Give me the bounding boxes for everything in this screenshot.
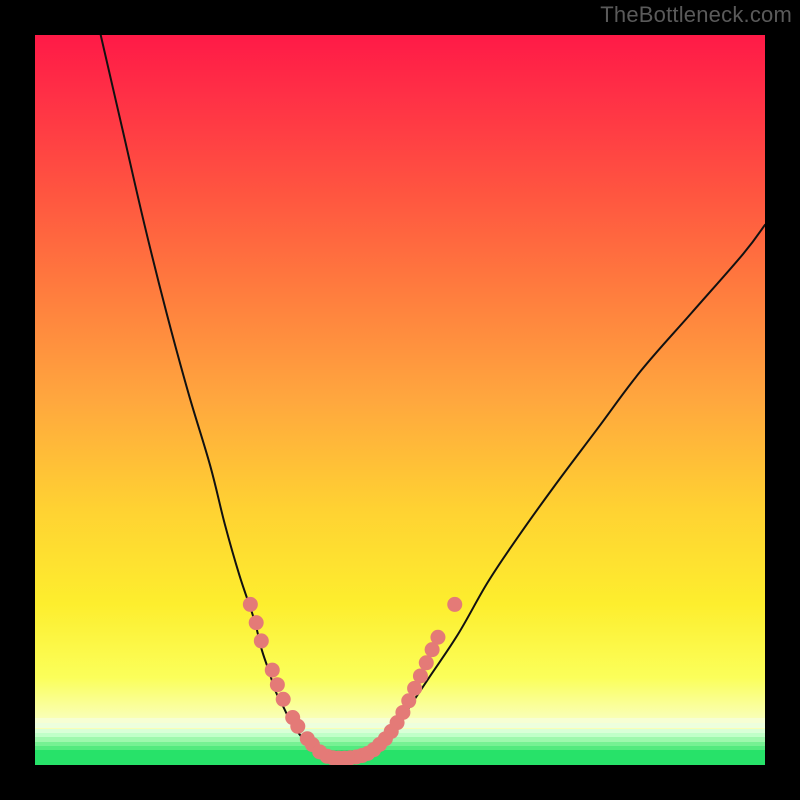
watermark-text: TheBottleneck.com [600, 2, 792, 28]
data-marker [290, 719, 305, 734]
marker-group [243, 597, 462, 765]
plot-area [35, 35, 765, 765]
data-marker [419, 655, 434, 670]
data-marker [447, 597, 462, 612]
data-marker [270, 677, 285, 692]
data-marker [249, 615, 264, 630]
chart-frame: TheBottleneck.com [0, 0, 800, 800]
data-marker [254, 633, 269, 648]
data-marker [265, 663, 280, 678]
data-marker [430, 630, 445, 645]
curve-layer [35, 35, 765, 765]
data-marker [413, 668, 428, 683]
data-marker [243, 597, 258, 612]
data-marker [276, 692, 291, 707]
